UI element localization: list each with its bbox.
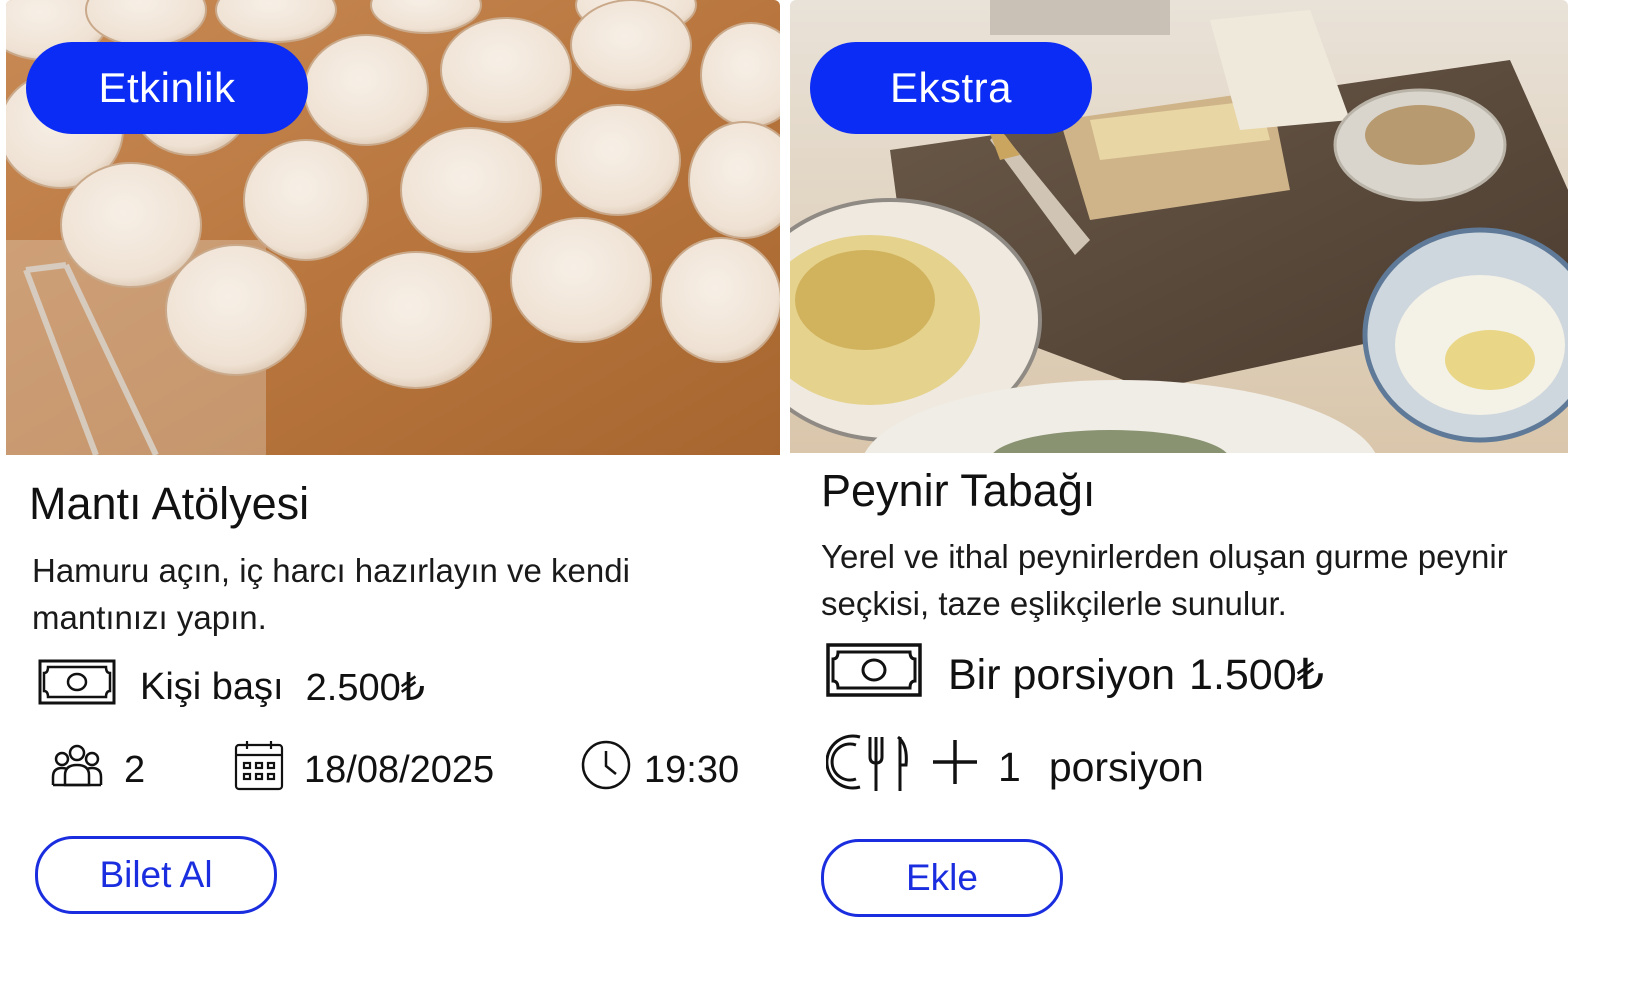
add-button[interactable]: Ekle bbox=[821, 839, 1063, 917]
page: Etkinlik Mantı Atölyesi Hamuru açın, iç … bbox=[0, 0, 1649, 984]
event-info-row: 2 18/08/2025 19:30 bbox=[6, 740, 780, 800]
card-description: Yerel ve ithal peynirlerden oluşan gurme… bbox=[821, 538, 1508, 622]
clock-icon bbox=[580, 739, 632, 801]
money-icon bbox=[826, 642, 922, 708]
extra-card-cheese: Ekstra Peynir Tabağı Yerel ve ithal peyn… bbox=[790, 0, 1568, 984]
price-label: Bir porsiyon bbox=[948, 650, 1176, 699]
event-time: 19:30 bbox=[644, 748, 740, 791]
dining-icon bbox=[825, 731, 910, 803]
people-info: 2 bbox=[50, 740, 145, 800]
portion-count: 1 bbox=[998, 743, 1021, 790]
event-card-manti: Etkinlik Mantı Atölyesi Hamuru açın, iç … bbox=[6, 0, 780, 984]
people-count: 2 bbox=[124, 748, 146, 791]
event-date: 18/08/2025 bbox=[304, 748, 495, 791]
price-value: 1.500₺ bbox=[1189, 651, 1324, 699]
price-row: Bir porsiyon 1.500₺ bbox=[826, 642, 1324, 704]
price-value: 2.500₺ bbox=[305, 666, 425, 709]
price-row: Kişi başı 2.500₺ bbox=[38, 659, 425, 715]
people-icon bbox=[50, 743, 104, 797]
card-title: Mantı Atölyesi bbox=[29, 478, 310, 529]
card-description: Hamuru açın, iç harcı hazırlayın ve kend… bbox=[32, 552, 630, 636]
buy-ticket-button[interactable]: Bilet Al bbox=[35, 836, 277, 914]
date-info: 18/08/2025 bbox=[234, 740, 494, 800]
price-label: Kişi başı bbox=[140, 665, 284, 708]
category-badge: Etkinlik bbox=[26, 42, 308, 134]
calendar-icon bbox=[234, 739, 284, 801]
portion-unit: porsiyon bbox=[1048, 743, 1204, 790]
plus-icon[interactable] bbox=[930, 737, 980, 797]
money-icon bbox=[38, 659, 116, 715]
time-info: 19:30 bbox=[580, 740, 739, 800]
portion-row: 1 porsiyon bbox=[825, 731, 1204, 803]
card-title: Peynir Tabağı bbox=[821, 465, 1096, 516]
category-badge: Ekstra bbox=[810, 42, 1092, 134]
